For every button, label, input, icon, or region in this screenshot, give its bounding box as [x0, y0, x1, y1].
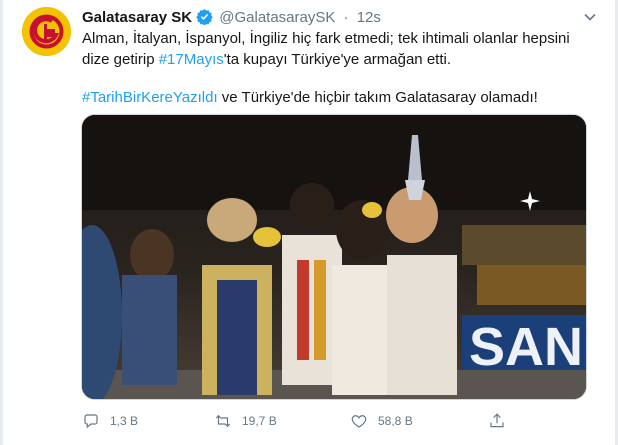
heart-icon [351, 415, 367, 428]
chevron-down-icon[interactable] [583, 10, 597, 24]
tweet-header: Galatasaray SK @GalatasaraySK · 12s [82, 8, 381, 28]
tweet-text: Alman, İtalyan, İspanyol, İngiliz hiç fa… [82, 28, 592, 108]
tweet-text-part: ve Türkiye'de hiçbir takım Galatasaray o… [217, 89, 538, 106]
tweet-video[interactable]: SAN [81, 114, 587, 400]
reply-count: 1,3 B [110, 414, 139, 428]
avatar[interactable] [22, 7, 71, 56]
separator-dot: · [343, 9, 349, 26]
share-icon [490, 413, 504, 428]
tweet-actions: 1,3 B 19,7 B 58,8 B [82, 410, 582, 432]
galatasaray-crest-icon [22, 7, 71, 56]
like-count: 58,8 B [378, 414, 413, 428]
retweet-count: 19,7 B [242, 414, 277, 428]
author-name[interactable]: Galatasaray SK [82, 9, 192, 26]
reply-icon [84, 414, 98, 429]
tweet-timestamp[interactable]: 12s [357, 9, 381, 26]
video-frame: SAN [82, 115, 586, 399]
hashtag-link[interactable]: #TarihBirKereYazıldı [82, 89, 218, 106]
like-button[interactable]: 58,8 B [350, 410, 413, 432]
retweet-button[interactable]: 19,7 B [214, 410, 277, 432]
timeline-border-left [0, 0, 3, 445]
reply-button[interactable]: 1,3 B [82, 410, 138, 432]
hashtag-link[interactable]: #17Mayıs [159, 51, 224, 68]
tweet-text-part: 'ta kupayı Türkiye'ye armağan etti. [223, 51, 451, 68]
retweet-icon [215, 414, 231, 428]
share-button[interactable] [488, 410, 516, 432]
banner-text: SAN [469, 317, 583, 377]
author-handle[interactable]: @GalatasaraySK [219, 9, 335, 26]
